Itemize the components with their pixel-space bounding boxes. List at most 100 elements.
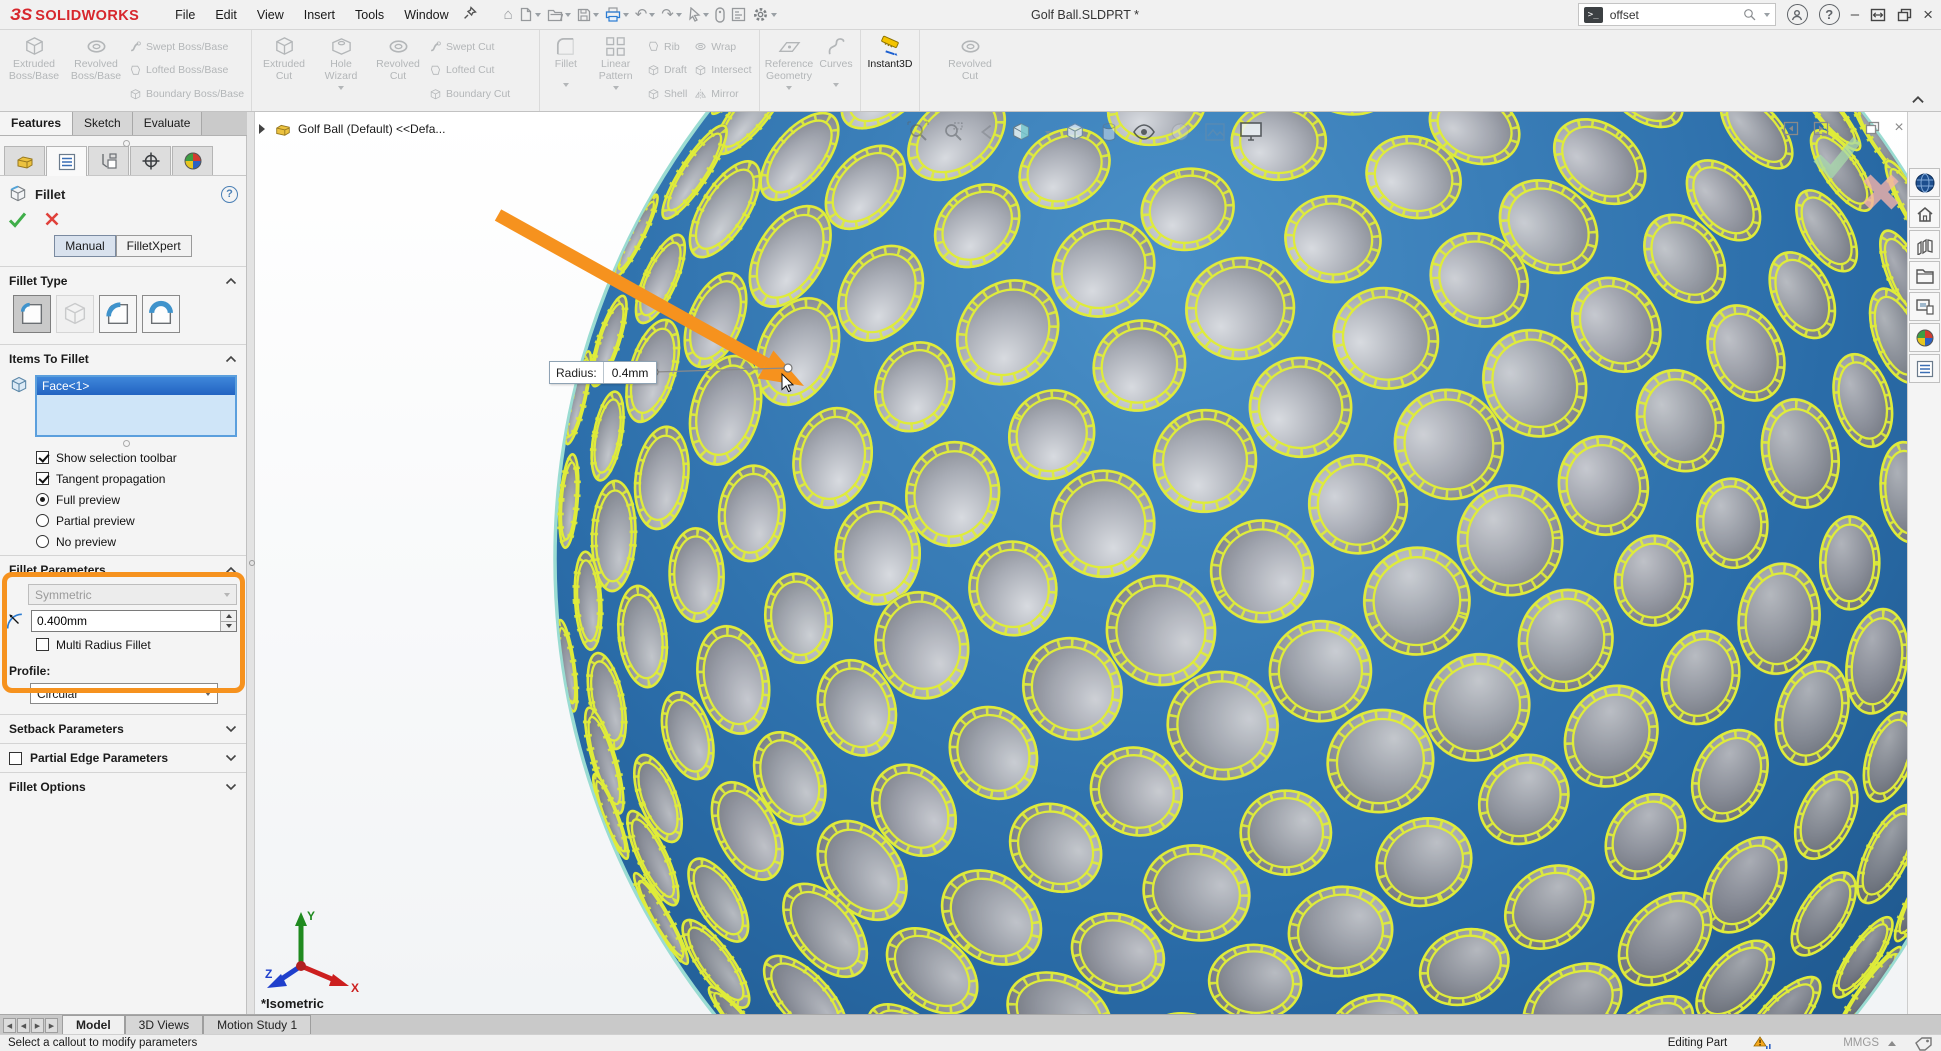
graphics-viewport[interactable]: Radius: 0.4mm Golf Ball (Default) <<Defa… [255, 112, 1907, 1014]
checkbox-multi-radius-fillet[interactable]: Multi Radius Fillet [0, 634, 246, 655]
ribbon-button-extruded-cut[interactable]: Extruded Cut [255, 32, 313, 109]
tab-propertymanager[interactable] [46, 146, 87, 176]
ribbon-button-revolved-cut[interactable]: Revolved Cut [369, 32, 427, 109]
panel-splitter-grip[interactable] [0, 136, 246, 146]
curves-caret[interactable] [833, 83, 839, 90]
ribbon-button-intersect[interactable]: Intersect [694, 62, 751, 78]
confirmation-corner-ok[interactable] [1811, 134, 1863, 178]
reference-geometry-caret[interactable] [786, 86, 792, 93]
tab-scroll-next-button[interactable]: ▶ [31, 1018, 44, 1033]
fillet-type-header[interactable]: Fillet Type [0, 270, 246, 292]
tab-displaymanager[interactable] [172, 146, 213, 175]
search-input[interactable] [1610, 8, 1735, 22]
stepper-up-button[interactable] [221, 611, 236, 621]
radio-no-preview[interactable]: No preview [0, 531, 246, 552]
selected-face-item[interactable]: Face<1> [37, 377, 235, 395]
stretch-window-button[interactable] [1870, 8, 1886, 22]
tab-motion-study-1[interactable]: Motion Study 1 [203, 1015, 311, 1034]
golf-ball-model[interactable] [255, 112, 1907, 1014]
ribbon-button-extruded-boss-base[interactable]: Extruded Boss/Base [3, 32, 65, 109]
section-view-icon[interactable] [1010, 121, 1032, 143]
custom-properties-icon[interactable] [1909, 354, 1940, 383]
select-tool-button[interactable] [685, 5, 712, 24]
tab-features[interactable]: Features [0, 112, 73, 135]
ribbon-button-revolved-cut-2[interactable]: Revolved Cut [923, 32, 1017, 109]
tab-configurationmanager[interactable] [88, 146, 129, 175]
view-palette-icon[interactable] [1909, 292, 1940, 321]
stepper-down-button[interactable] [221, 621, 236, 632]
menu-edit[interactable]: Edit [205, 3, 247, 27]
ribbon-button-swept-cut[interactable]: Swept Cut [429, 39, 529, 55]
tab-scroll-first-button[interactable]: ◀ [3, 1018, 16, 1033]
new-document-button[interactable] [516, 5, 544, 24]
feature-tree-root-label[interactable]: Golf Ball (Default) <<Defa... [298, 122, 445, 136]
help-icon[interactable]: ? [1819, 4, 1840, 25]
undo-button[interactable]: ↶ [632, 5, 659, 24]
list-resize-grip[interactable] [0, 437, 246, 447]
ribbon-button-swept-boss-base[interactable]: Swept Boss/Base [129, 39, 243, 55]
tab-evaluate[interactable]: Evaluate [133, 112, 203, 135]
radio-full-preview[interactable]: Full preview [0, 489, 246, 510]
tag-icon[interactable] [1914, 1036, 1933, 1051]
menu-window[interactable]: Window [394, 3, 458, 27]
radius-callout[interactable]: Radius: 0.4mm [549, 361, 657, 384]
file-explorer-folder-icon[interactable] [1909, 261, 1940, 290]
restore-button[interactable] [1897, 8, 1912, 22]
pin-menu-icon[interactable] [463, 6, 477, 23]
home-button[interactable]: ⌂ [501, 5, 516, 24]
units-caret-icon[interactable] [1888, 1037, 1896, 1046]
flyout-feature-tree[interactable]: Golf Ball (Default) <<Defa... [259, 120, 445, 138]
tab-3d-views[interactable]: 3D Views [125, 1015, 203, 1034]
ribbon-button-curves[interactable]: Curves [815, 32, 857, 109]
expand-arrow-icon[interactable] [259, 124, 270, 134]
properties-button[interactable] [728, 5, 749, 24]
ribbon-button-shell[interactable]: Shell [647, 86, 687, 102]
radius-callout-value[interactable]: 0.4mm [604, 362, 657, 383]
ribbon-button-linear-pattern[interactable]: Linear Pattern [589, 32, 643, 109]
tab-dimxpertmanager[interactable] [130, 146, 171, 175]
print-button[interactable] [602, 5, 632, 24]
tab-sketch[interactable]: Sketch [73, 112, 133, 135]
menu-view[interactable]: View [247, 3, 294, 27]
setback-parameters-header[interactable]: Setback Parameters [0, 718, 246, 740]
cancel-button[interactable] [44, 211, 60, 227]
manual-mode-button[interactable]: Manual [54, 235, 115, 257]
zoom-to-fit-icon[interactable] [907, 121, 929, 143]
ribbon-collapse-chevron[interactable] [1911, 93, 1925, 107]
ribbon-button-lofted-cut[interactable]: Lofted Cut [429, 62, 529, 78]
ribbon-button-draft[interactable]: Draft [647, 62, 687, 78]
options-gear-button[interactable] [749, 4, 780, 25]
face-fillet-button[interactable] [99, 295, 137, 333]
mouse-gesture-icon[interactable] [712, 5, 728, 25]
view-orientation-cube-icon[interactable] [1064, 121, 1086, 143]
hole-wizard-caret[interactable] [338, 86, 344, 93]
tab-scroll-last-button[interactable]: ▶ [45, 1018, 58, 1033]
fillet-parameters-header[interactable]: Fillet Parameters [0, 559, 246, 581]
menu-file[interactable]: File [165, 3, 205, 27]
next-pane-button[interactable] [1813, 121, 1829, 136]
menu-insert[interactable]: Insert [294, 3, 345, 27]
appearances-scenes-icon[interactable] [1909, 323, 1940, 352]
ok-button[interactable] [8, 211, 27, 228]
section-view-caret[interactable] [1045, 131, 1051, 138]
ribbon-button-instant3d[interactable]: Instant3D [864, 32, 916, 109]
solidworks-resources-icon[interactable] [1909, 168, 1940, 197]
partial-edge-parameters-header[interactable]: Partial Edge Parameters [0, 747, 246, 769]
panel-help-icon[interactable]: ? [221, 186, 238, 203]
document-close-button[interactable]: × [1894, 119, 1903, 137]
checkbox-tangent-propagation[interactable]: Tangent propagation [0, 468, 246, 489]
hide-show-items-eye-icon[interactable] [1132, 122, 1156, 142]
edit-appearance-icon[interactable] [1169, 121, 1191, 143]
document-minimize-button[interactable]: – [1843, 120, 1851, 137]
radio-partial-preview[interactable]: Partial preview [0, 510, 246, 531]
redo-button[interactable]: ↷ [658, 5, 685, 24]
design-library-icon[interactable] [1909, 230, 1940, 259]
performance-warning-icon[interactable] [1753, 1036, 1773, 1051]
full-round-fillet-button[interactable] [142, 295, 180, 333]
variable-size-fillet-button[interactable] [56, 295, 94, 333]
profile-dropdown[interactable]: Circular [30, 683, 218, 704]
ribbon-button-boundary-cut[interactable]: Boundary Cut [429, 86, 529, 102]
fillet-caret[interactable] [563, 83, 569, 90]
view-settings-monitor-icon[interactable] [1239, 121, 1263, 143]
ribbon-button-rib[interactable]: Rib [647, 39, 687, 55]
